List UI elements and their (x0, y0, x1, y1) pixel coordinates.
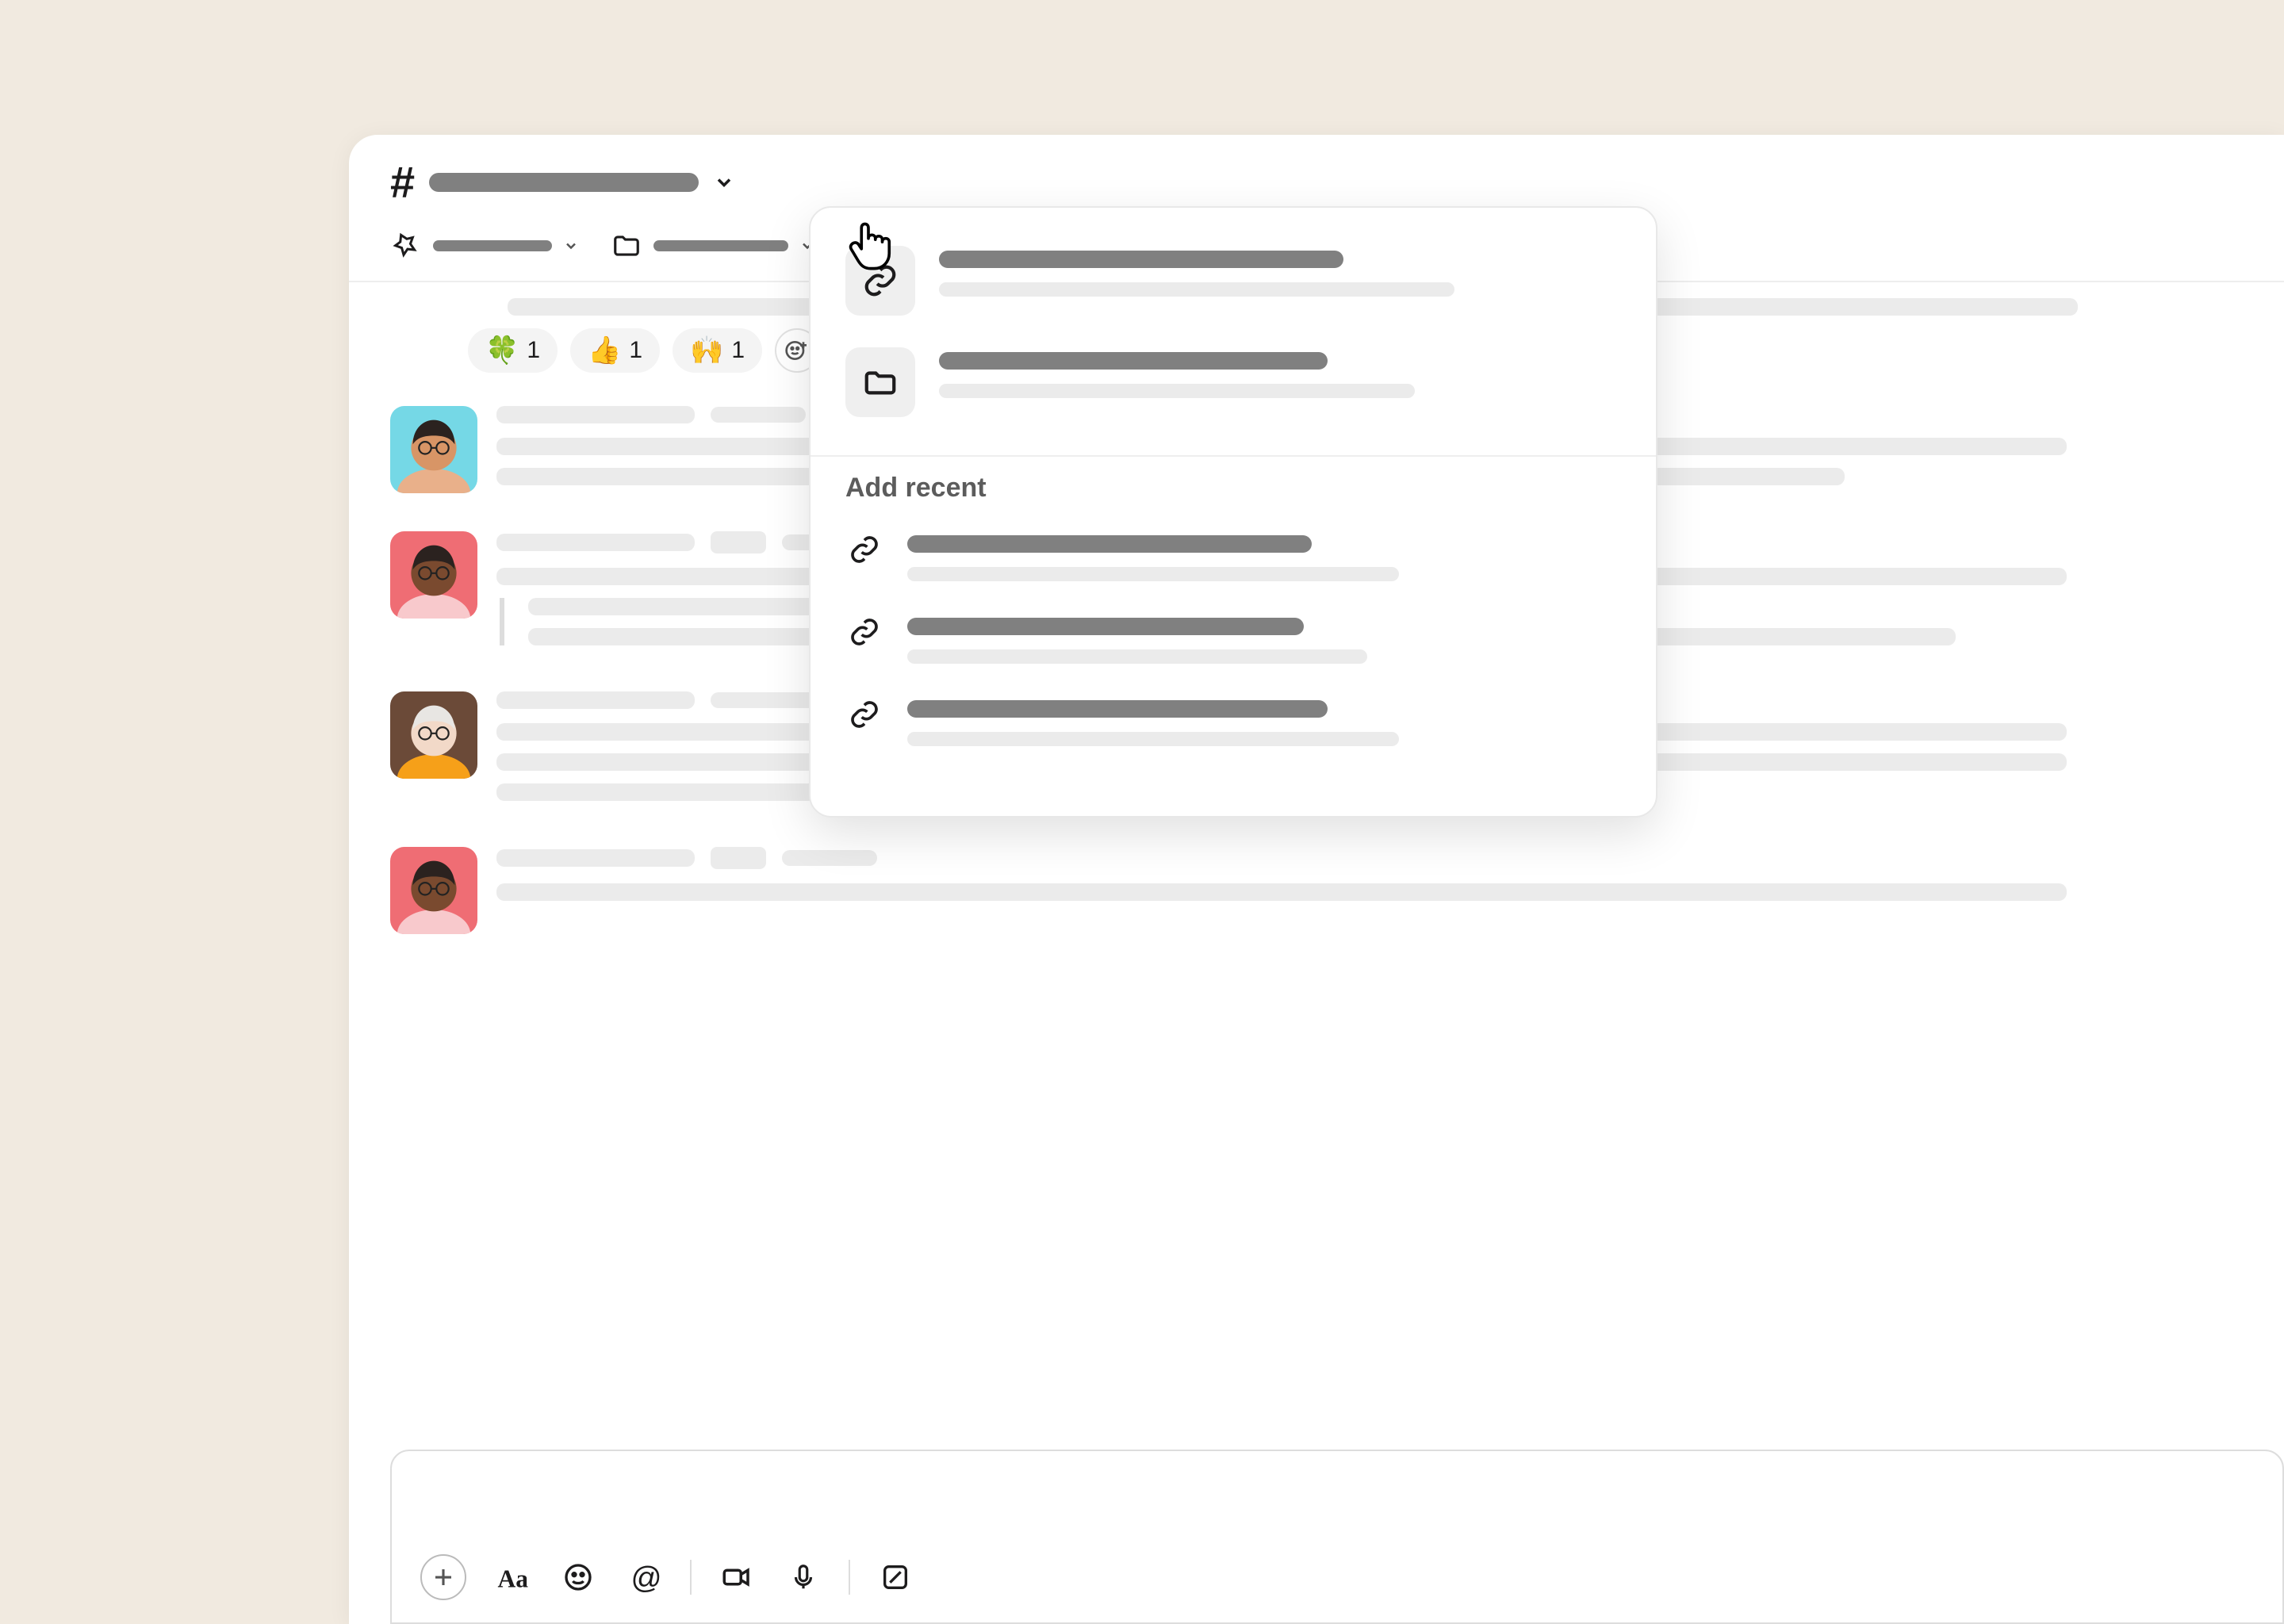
chevron-down-icon (563, 238, 579, 254)
mention-button[interactable]: @ (623, 1556, 666, 1599)
emoji-button[interactable] (557, 1556, 600, 1599)
recent-link-item[interactable] (845, 597, 1621, 680)
author-name (496, 691, 695, 709)
author-name (496, 406, 695, 423)
message-composer[interactable]: Aa @ (390, 1450, 2284, 1624)
hash-icon: # (390, 160, 415, 205)
folder-icon (611, 230, 642, 262)
raisedhands-emoji: 🙌 (690, 335, 723, 366)
avatar[interactable] (390, 406, 477, 493)
timestamp (711, 407, 806, 423)
link-icon (845, 695, 883, 733)
recent-link-item[interactable] (845, 680, 1621, 762)
menu-item-folder[interactable] (845, 331, 1621, 433)
badge (711, 847, 766, 869)
reaction-raisedhands[interactable]: 🙌 1 (673, 328, 762, 373)
link-icon (845, 613, 883, 651)
cursor-pointer-icon (841, 214, 896, 270)
reaction-thumbsup[interactable]: 👍 1 (570, 328, 660, 373)
avatar[interactable] (390, 531, 477, 619)
format-button[interactable]: Aa (490, 1556, 533, 1599)
link-icon (845, 530, 883, 569)
svg-text:Aa: Aa (498, 1565, 529, 1592)
author-name (496, 849, 695, 867)
avatar[interactable] (390, 847, 477, 934)
bookmark-folder[interactable] (611, 230, 815, 262)
recent-link-item[interactable] (845, 515, 1621, 597)
badge (711, 531, 766, 553)
message (390, 847, 2284, 934)
thumbsup-emoji: 👍 (588, 335, 621, 366)
video-button[interactable] (715, 1556, 758, 1599)
canvas-button[interactable] (874, 1556, 917, 1599)
author-name (496, 534, 695, 551)
add-bookmark-menu: Add recent (809, 206, 1657, 818)
reaction-clover[interactable]: 🍀 1 (468, 328, 558, 373)
bookmark-pin[interactable] (390, 230, 579, 262)
avatar[interactable] (390, 691, 477, 779)
channel-name[interactable] (429, 173, 699, 192)
folder-icon (845, 347, 915, 417)
composer-toolbar: Aa @ (420, 1554, 917, 1600)
message-text (496, 883, 2067, 901)
pin-icon (390, 230, 422, 262)
menu-item-link[interactable] (845, 230, 1621, 331)
chevron-down-icon[interactable] (713, 171, 735, 193)
section-heading: Add recent (811, 457, 1656, 507)
timestamp (782, 850, 877, 866)
attach-button[interactable] (420, 1554, 466, 1600)
clover-emoji: 🍀 (485, 335, 519, 366)
audio-button[interactable] (782, 1556, 825, 1599)
svg-text:@: @ (631, 1561, 662, 1594)
